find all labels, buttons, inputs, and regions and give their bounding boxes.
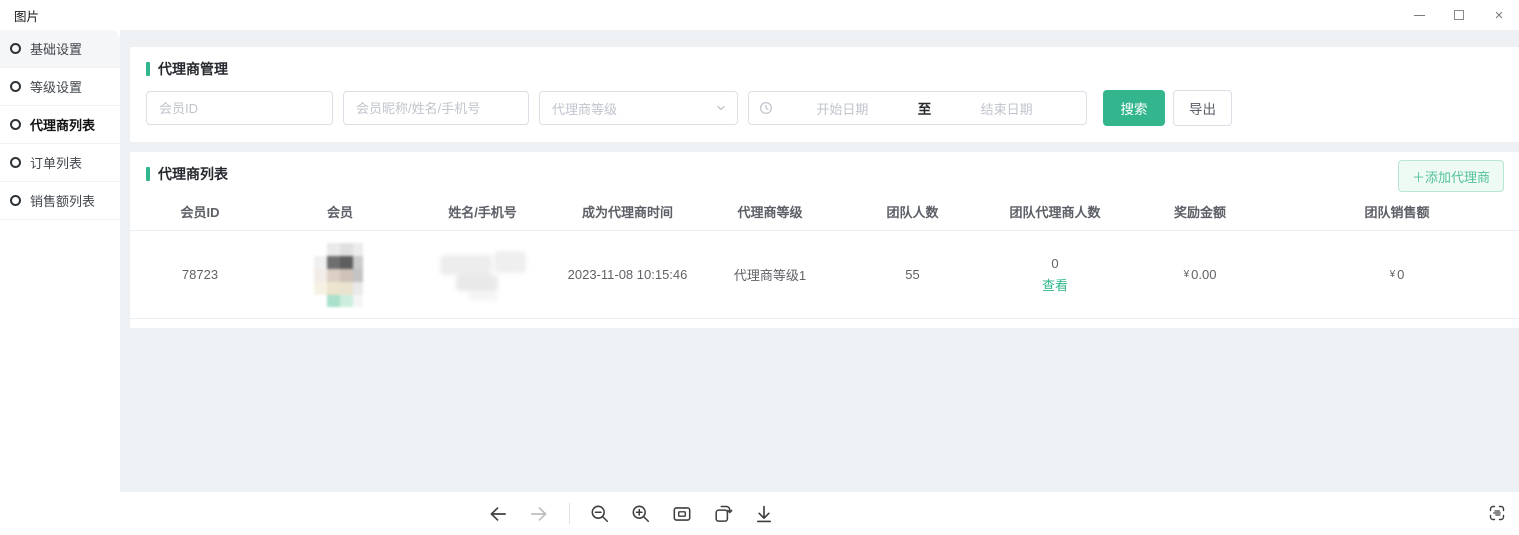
- chevron-down-icon: [715, 102, 727, 114]
- end-date-placeholder: 结束日期: [937, 99, 1076, 118]
- ring-icon: [10, 119, 21, 130]
- photo-viewer-window: 图片 × 基础设置 等级设置 代理商列表 订单列表: [0, 0, 1519, 535]
- ring-icon: [10, 81, 21, 92]
- name-text-blurred: [438, 247, 528, 303]
- window-controls: ×: [1399, 0, 1519, 30]
- reward-amount-value: 0.00: [1191, 267, 1216, 282]
- col-join-time: 成为代理商时间: [555, 202, 700, 221]
- section-title-text: 代理商管理: [158, 59, 228, 79]
- export-button[interactable]: 导出: [1173, 90, 1232, 126]
- col-name-phone: 姓名/手机号: [410, 202, 555, 221]
- sidebar-item-sales-list[interactable]: 销售额列表: [0, 182, 120, 220]
- zoom-out-button[interactable]: [589, 503, 611, 525]
- agent-level-placeholder: 代理商等级: [552, 99, 715, 118]
- start-date-placeholder: 开始日期: [773, 99, 912, 118]
- fit-window-icon: [671, 503, 693, 525]
- viewer-toolbar: [0, 492, 1519, 535]
- text-scan-icon: [1486, 502, 1508, 524]
- ring-icon: [10, 157, 21, 168]
- date-separator: 至: [912, 98, 938, 118]
- add-agent-button[interactable]: ＋添加代理商: [1398, 160, 1504, 192]
- window-titlebar: 图片 ×: [0, 0, 1519, 30]
- keyword-input[interactable]: [343, 91, 529, 125]
- col-member-id: 会员ID: [130, 202, 270, 221]
- section-title-text: 代理商列表: [158, 164, 228, 184]
- cell-team-agent-count: 0 查看: [985, 256, 1125, 294]
- viewer-toolbar-group: [487, 492, 775, 535]
- cell-member-id: 78723: [130, 267, 270, 282]
- filter-section-title: 代理商管理: [146, 59, 1519, 79]
- forward-button[interactable]: [528, 503, 550, 525]
- zoom-in-icon: [630, 503, 652, 525]
- section-accent-bar: [146, 62, 150, 76]
- window-title: 图片: [14, 6, 39, 25]
- ring-icon: [10, 43, 21, 54]
- close-button[interactable]: ×: [1479, 0, 1519, 30]
- cell-team-count: 55: [840, 267, 985, 282]
- currency-symbol: ¥: [1390, 269, 1396, 280]
- back-icon: [487, 503, 509, 525]
- minimize-button[interactable]: [1399, 0, 1439, 30]
- sidebar-item-label: 等级设置: [30, 77, 82, 96]
- col-member: 会员: [270, 202, 410, 221]
- ring-icon: [10, 195, 21, 206]
- sidebar-item-label: 订单列表: [30, 153, 82, 172]
- sidebar-item-basic-settings[interactable]: 基础设置: [0, 30, 120, 68]
- maximize-button[interactable]: [1439, 0, 1479, 30]
- col-team-agent-count: 团队代理商人数: [985, 202, 1125, 221]
- agent-level-select[interactable]: 代理商等级: [539, 91, 738, 125]
- text-scan-button[interactable]: [1486, 502, 1508, 524]
- image-content: 基础设置 等级设置 代理商列表 订单列表 销售额列表: [0, 30, 1519, 492]
- download-icon: [753, 503, 775, 525]
- toolbar-divider: [569, 503, 570, 524]
- cell-agent-level: 代理商等级1: [700, 265, 840, 284]
- search-button[interactable]: 搜索: [1103, 90, 1165, 126]
- cell-name-blurred: [410, 247, 555, 303]
- team-sales-value: 0: [1397, 267, 1404, 282]
- cell-avatar: [270, 243, 410, 307]
- table-header: 会员ID 会员 姓名/手机号 成为代理商时间 代理商等级 团队人数 团队代理商人…: [130, 193, 1519, 231]
- col-team-sales: 团队销售额: [1275, 202, 1519, 221]
- col-reward-amount: 奖励金额: [1125, 202, 1275, 221]
- filter-row: 代理商等级 开始日期 至 结束日期 搜索: [146, 90, 1519, 126]
- section-accent-bar: [146, 167, 150, 181]
- col-team-count: 团队人数: [840, 202, 985, 221]
- sidebar-item-label: 代理商列表: [30, 115, 95, 134]
- sidebar-item-agent-list[interactable]: 代理商列表: [0, 106, 120, 144]
- sidebar-item-label: 基础设置: [30, 39, 82, 58]
- date-range-picker[interactable]: 开始日期 至 结束日期: [748, 91, 1087, 125]
- admin-main: 代理商管理 代理商等级: [120, 30, 1519, 492]
- forward-icon: [528, 503, 550, 525]
- currency-symbol: ¥: [1184, 269, 1190, 280]
- agent-filter-panel: 代理商管理 代理商等级: [130, 47, 1519, 142]
- zoom-out-icon: [589, 503, 611, 525]
- zoom-in-button[interactable]: [630, 503, 652, 525]
- clock-icon: [759, 101, 773, 115]
- rotate-icon: [712, 503, 734, 525]
- table-row: 78723: [130, 231, 1519, 319]
- admin-sidebar: 基础设置 等级设置 代理商列表 订单列表 销售额列表: [0, 30, 120, 492]
- fit-window-button[interactable]: [671, 503, 693, 525]
- member-avatar-blurred: [314, 243, 366, 307]
- minimize-icon: [1414, 15, 1425, 16]
- cell-reward-amount: ¥0.00: [1125, 267, 1275, 282]
- view-link[interactable]: 查看: [1042, 275, 1068, 294]
- cell-join-time: 2023-11-08 10:15:46: [555, 267, 700, 282]
- maximize-icon: [1454, 10, 1464, 20]
- cell-team-sales: ¥0: [1275, 267, 1519, 282]
- download-button[interactable]: [753, 503, 775, 525]
- rotate-button[interactable]: [712, 503, 734, 525]
- close-icon: ×: [1495, 8, 1504, 23]
- sidebar-item-level-settings[interactable]: 等级设置: [0, 68, 120, 106]
- list-section-title: 代理商列表: [130, 164, 1519, 184]
- back-button[interactable]: [487, 503, 509, 525]
- sidebar-item-order-list[interactable]: 订单列表: [0, 144, 120, 182]
- team-agent-count-value: 0: [1051, 256, 1058, 271]
- sidebar-item-label: 销售额列表: [30, 191, 95, 210]
- col-agent-level: 代理商等级: [700, 202, 840, 221]
- agent-list-panel: 代理商列表 ＋添加代理商 会员ID 会员 姓名/手机号 成为代理商时间 代理商等…: [130, 152, 1519, 328]
- member-id-input[interactable]: [146, 91, 333, 125]
